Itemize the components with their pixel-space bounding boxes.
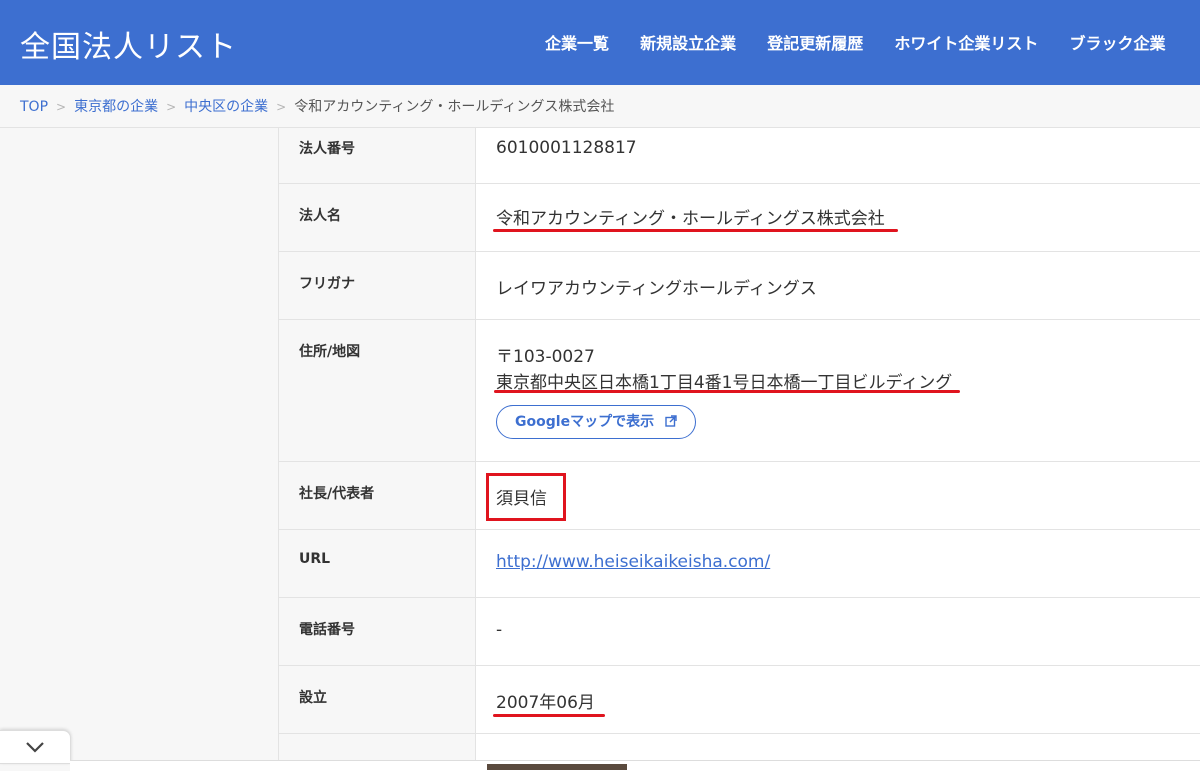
row-address: 住所/地図 〒103-0027 東京都中央区日本橋1丁目4番1号日本橋一丁目ビル… <box>279 320 1200 462</box>
nav-new-companies[interactable]: 新規設立企業 <box>640 30 736 54</box>
annotation-underline <box>493 229 898 232</box>
breadcrumb-top[interactable]: TOP <box>20 99 48 115</box>
label-founded: 設立 <box>299 690 327 706</box>
breadcrumb-tokyo[interactable]: 東京都の企業 <box>74 99 158 115</box>
main-nav: 企業一覧 新規設立企業 登記更新履歴 ホワイト企業リスト ブラック企業 <box>545 30 1191 54</box>
scroll-toggle[interactable] <box>0 730 71 764</box>
external-link-icon <box>665 415 677 427</box>
nav-registry-history[interactable]: 登記更新履歴 <box>767 30 863 54</box>
row-corp-number: 法人番号 6010001128817 <box>279 128 1200 184</box>
row-phone: 電話番号 - <box>279 598 1200 666</box>
chevron-right-icon: > <box>166 100 177 114</box>
value-postal: 〒103-0027 <box>496 347 595 367</box>
breadcrumb: TOP > 東京都の企業 > 中央区の企業 > 令和アカウンティング・ホールディングス株式会… <box>0 85 1200 128</box>
value-name: 令和アカウンティング・ホールディングス株式会社 <box>496 209 885 229</box>
row-name: 法人名 令和アカウンティング・ホールディングス株式会社 <box>279 184 1200 252</box>
chevron-right-icon: > <box>276 100 287 114</box>
label-corp-number: 法人番号 <box>299 141 355 157</box>
value-founded: 2007年06月 <box>496 693 595 713</box>
label-phone: 電話番号 <box>299 622 355 638</box>
label-url: URL <box>299 551 331 567</box>
label-furigana: フリガナ <box>299 276 355 292</box>
breadcrumb-chuo[interactable]: 中央区の企業 <box>184 99 268 115</box>
row-ceo: 社長/代表者 須貝信 <box>279 462 1200 530</box>
label-address: 住所/地図 <box>299 344 361 360</box>
nav-white-list[interactable]: ホワイト企業リスト <box>894 30 1038 54</box>
row-url: URL http://www.heiseikaikeisha.com/ <box>279 530 1200 598</box>
value-phone: - <box>496 620 503 640</box>
value-ceo: 須貝信 <box>496 489 547 509</box>
value-furigana: レイワアカウンティングホールディングス <box>496 279 817 299</box>
annotation-underline <box>493 714 605 717</box>
google-map-button[interactable]: Googleマップで表示 <box>496 405 696 439</box>
thumbnail-strip <box>487 764 627 770</box>
chevron-right-icon: > <box>56 100 67 114</box>
nav-black-list[interactable]: ブラック企業 <box>1069 30 1165 54</box>
annotation-underline <box>494 390 960 393</box>
nav-company-list[interactable]: 企業一覧 <box>545 30 609 54</box>
company-info-table: 法人番号 6010001128817 法人名 令和アカウンティング・ホールディン… <box>278 128 1200 770</box>
value-corp-number: 6010001128817 <box>496 138 637 158</box>
site-logo[interactable]: 全国法人リスト <box>20 22 237 66</box>
site-header: 全国法人リスト 企業一覧 新規設立企業 登記更新履歴 ホワイト企業リスト ブラッ… <box>0 0 1200 85</box>
breadcrumb-current: 令和アカウンティング・ホールディングス株式会社 <box>294 99 615 115</box>
row-furigana: フリガナ レイワアカウンティングホールディングス <box>279 252 1200 320</box>
label-name: 法人名 <box>299 208 341 224</box>
row-founded: 設立 2007年06月 <box>279 666 1200 734</box>
company-url-link[interactable]: http://www.heiseikaikeisha.com/ <box>496 552 770 572</box>
label-ceo: 社長/代表者 <box>299 486 375 502</box>
chevron-down-icon <box>26 742 44 753</box>
bottom-bar <box>70 760 1200 771</box>
